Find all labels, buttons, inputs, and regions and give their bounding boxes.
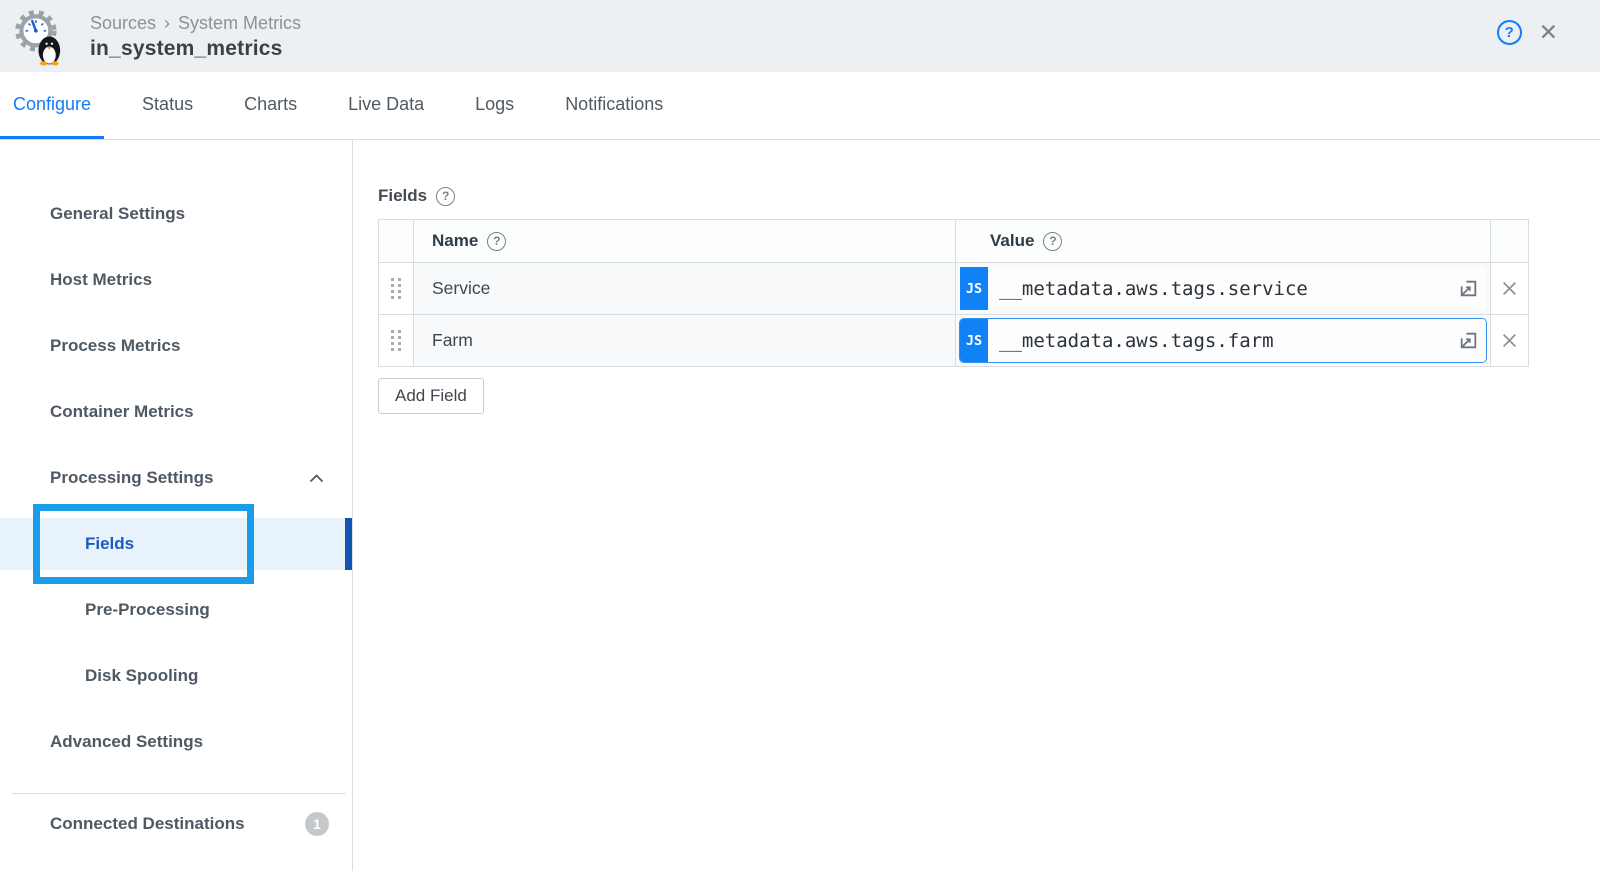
expand-editor-icon[interactable] bbox=[1458, 330, 1479, 351]
breadcrumb-separator: › bbox=[164, 13, 170, 34]
sidebar-item-label: Process Metrics bbox=[50, 336, 180, 356]
value-expression-text: __metadata.aws.tags.farm bbox=[999, 330, 1274, 352]
sidebar-item-label: Host Metrics bbox=[50, 270, 152, 290]
drag-handle-icon[interactable] bbox=[391, 330, 401, 351]
sidebar-item-connected-destinations[interactable]: Connected Destinations 1 bbox=[0, 794, 352, 854]
value-expression-input[interactable]: __metadata.aws.tags.service bbox=[988, 267, 1486, 310]
field-row-service: Service JS __metadata.aws.tags.service bbox=[379, 263, 1529, 315]
breadcrumb: Sources › System Metrics bbox=[90, 13, 301, 34]
field-name-cell[interactable]: Service bbox=[414, 263, 956, 315]
tab-live-data[interactable]: Live Data bbox=[335, 72, 437, 139]
expand-editor-icon[interactable] bbox=[1458, 278, 1479, 299]
sidebar-item-fields[interactable]: Fields bbox=[0, 511, 352, 577]
sidebar-item-container-metrics[interactable]: Container Metrics bbox=[0, 379, 352, 445]
field-value-cell: JS __metadata.aws.tags.farm bbox=[956, 315, 1491, 367]
tab-notifications[interactable]: Notifications bbox=[552, 72, 676, 139]
sidebar-item-general-settings[interactable]: General Settings bbox=[0, 181, 352, 247]
column-header-value: Value ? bbox=[956, 220, 1491, 263]
close-icon[interactable]: ✕ bbox=[1539, 20, 1558, 45]
tab-bar: Configure Status Charts Live Data Logs Notifi… bbox=[0, 72, 1600, 140]
app-header: Sources › System Metrics in_system_metri… bbox=[0, 0, 1600, 72]
header-actions: ? ✕ bbox=[1497, 20, 1558, 45]
add-field-button[interactable]: Add Field bbox=[378, 378, 484, 414]
sidebar-item-process-metrics[interactable]: Process Metrics bbox=[0, 313, 352, 379]
sidebar-item-label: Pre-Processing bbox=[85, 600, 210, 620]
annotation-highlight-box bbox=[33, 504, 254, 584]
column-label-value: Value bbox=[990, 231, 1034, 251]
breadcrumb-system-metrics[interactable]: System Metrics bbox=[178, 13, 301, 34]
tab-charts[interactable]: Charts bbox=[231, 72, 310, 139]
value-expression-input[interactable]: __metadata.aws.tags.farm bbox=[988, 319, 1486, 362]
sidebar-item-label: Processing Settings bbox=[50, 468, 213, 488]
sidebar-item-label: General Settings bbox=[50, 204, 185, 224]
tab-logs[interactable]: Logs bbox=[462, 72, 527, 139]
sidebar-item-pre-processing[interactable]: Pre-Processing bbox=[0, 577, 352, 643]
section-title: Fields bbox=[378, 186, 427, 206]
field-name: Farm bbox=[432, 330, 473, 350]
drag-handle-cell bbox=[379, 263, 414, 315]
help-icon[interactable]: ? bbox=[436, 187, 455, 206]
tab-configure[interactable]: Configure bbox=[0, 72, 104, 139]
main-panel: Fields ? Name ? Value bbox=[353, 140, 1600, 871]
delete-cell bbox=[1491, 315, 1529, 367]
sidebar-item-label: Connected Destinations bbox=[50, 814, 245, 834]
config-sidebar: General Settings Host Metrics Process Metr… bbox=[0, 140, 353, 871]
field-row-farm: Farm JS __metadata.aws.tags.farm bbox=[379, 315, 1529, 367]
column-label-name: Name bbox=[432, 231, 478, 251]
field-value-cell: JS __metadata.aws.tags.service bbox=[956, 263, 1491, 315]
help-icon[interactable]: ? bbox=[487, 232, 506, 251]
table-header-row: Name ? Value ? bbox=[379, 220, 1529, 263]
remove-row-icon[interactable] bbox=[1501, 332, 1518, 349]
sidebar-item-host-metrics[interactable]: Host Metrics bbox=[0, 247, 352, 313]
sidebar-item-label: Container Metrics bbox=[50, 402, 194, 422]
content: General Settings Host Metrics Process Metr… bbox=[0, 140, 1600, 871]
column-header-name: Name ? bbox=[414, 220, 956, 263]
delete-cell bbox=[1491, 263, 1529, 315]
sidebar-item-label: Disk Spooling bbox=[85, 666, 198, 686]
drag-handle-cell bbox=[379, 315, 414, 367]
page-title: in_system_metrics bbox=[90, 37, 301, 61]
field-name-cell[interactable]: Farm bbox=[414, 315, 956, 367]
destination-count-badge: 1 bbox=[305, 812, 329, 836]
section-header: Fields ? bbox=[378, 186, 1600, 206]
sidebar-item-advanced-settings[interactable]: Advanced Settings bbox=[0, 709, 352, 775]
sidebar-item-processing-settings[interactable]: Processing Settings bbox=[0, 445, 352, 511]
js-type-badge: JS bbox=[960, 319, 988, 362]
tab-status[interactable]: Status bbox=[129, 72, 206, 139]
fields-table: Name ? Value ? Service JS __metadata.aws.t… bbox=[378, 219, 1529, 367]
chevron-up-icon[interactable] bbox=[309, 474, 324, 483]
drag-handle-icon[interactable] bbox=[391, 278, 401, 299]
column-header-actions bbox=[1491, 220, 1529, 263]
js-type-badge: JS bbox=[960, 267, 988, 310]
value-expression-text: __metadata.aws.tags.service bbox=[999, 278, 1308, 300]
breadcrumb-sources[interactable]: Sources bbox=[90, 13, 156, 34]
column-header-drag bbox=[379, 220, 414, 263]
sidebar-item-disk-spooling[interactable]: Disk Spooling bbox=[0, 643, 352, 709]
help-icon[interactable]: ? bbox=[1497, 20, 1522, 45]
field-name: Service bbox=[432, 278, 490, 298]
sidebar-item-label: Fields bbox=[85, 534, 134, 554]
remove-row-icon[interactable] bbox=[1501, 280, 1518, 297]
help-icon[interactable]: ? bbox=[1043, 232, 1062, 251]
system-metrics-source-icon bbox=[14, 7, 66, 67]
sidebar-item-label: Advanced Settings bbox=[50, 732, 203, 752]
value-field: JS __metadata.aws.tags.farm bbox=[959, 318, 1487, 363]
value-field: JS __metadata.aws.tags.service bbox=[959, 266, 1487, 311]
